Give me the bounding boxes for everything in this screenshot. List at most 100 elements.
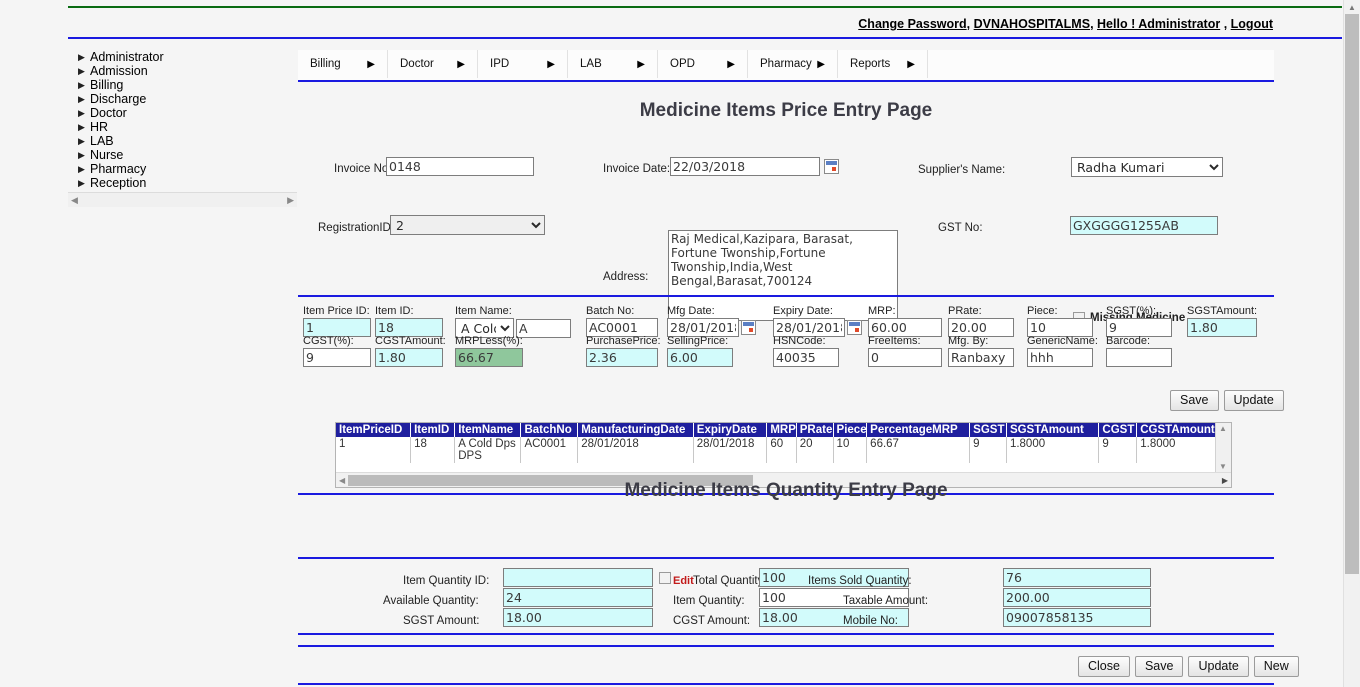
divider-above-quantity-fields [298, 557, 1274, 559]
sidebar-item-hr[interactable]: ▶ HR [68, 120, 297, 134]
quantity-update-button[interactable]: Update [1188, 656, 1249, 677]
calendar-icon[interactable] [741, 320, 756, 336]
calendar-icon[interactable] [824, 159, 839, 175]
mfg-date-label: Mfg Date: [667, 305, 715, 317]
table-row[interactable]: 1 18 A Cold Dps DPS AC0001 28/01/2018 28… [336, 437, 1231, 463]
menu-opd[interactable]: OPD ▶ [658, 50, 748, 78]
sidebar-item-discharge[interactable]: ▶ Discharge [68, 92, 297, 106]
column-header[interactable]: CGST [1098, 423, 1138, 437]
selling-price-label: SellingPrice: [667, 335, 729, 347]
registration-id-label: RegistrationID: [318, 222, 395, 234]
column-header[interactable]: ItemID [410, 423, 456, 437]
edit-checkbox[interactable] [659, 572, 671, 584]
price-update-button[interactable]: Update [1223, 390, 1284, 411]
chevron-right-icon: ▶ [817, 58, 825, 70]
organization-link[interactable]: DVNAHOSPITALMS [974, 17, 1090, 31]
column-header[interactable]: BatchNo [520, 423, 579, 437]
purchase-price-label: PurchasePrice: [586, 335, 661, 347]
greeting-link[interactable]: Hello ! Administrator [1097, 17, 1220, 31]
sidebar-item-admission[interactable]: ▶ Admission [68, 64, 297, 78]
scroll-up-icon[interactable]: ▲ [1348, 3, 1356, 12]
column-header[interactable]: PercentageMRP [866, 423, 971, 437]
column-header[interactable]: SGST [969, 423, 1007, 437]
scroll-right-icon[interactable]: ▶ [284, 195, 297, 206]
mfg-by-input[interactable] [948, 348, 1014, 367]
price-save-button[interactable]: Save [1170, 390, 1219, 411]
column-header[interactable]: ManufacturingDate [577, 423, 694, 437]
item-name-text-input[interactable] [516, 318, 571, 338]
cgst-amount-input[interactable] [375, 348, 443, 367]
sgst-amount-label: SGST Amount: [403, 615, 480, 627]
registration-id-select[interactable]: 2 [390, 215, 545, 235]
sidebar-item-label: Pharmacy [90, 162, 147, 176]
chevron-right-icon: ▶ [367, 58, 375, 70]
sgst-percent-label: SGST(%): [1106, 305, 1157, 317]
table-cell: 10 [833, 437, 868, 463]
quantity-page-title: Medicine Items Quantity Entry Page [624, 480, 948, 501]
menu-lab[interactable]: LAB ▶ [568, 50, 658, 78]
quantity-save-button[interactable]: Save [1134, 656, 1184, 677]
piece-label: Piece: [1027, 305, 1058, 317]
sidebar-item-label: Administrator [90, 50, 164, 64]
sidebar-item-reception[interactable]: ▶ Reception [68, 176, 297, 190]
mrpless-percent-input[interactable] [455, 348, 523, 367]
taxable-amount-input[interactable] [1003, 588, 1151, 607]
selling-price-input[interactable] [667, 348, 733, 367]
sidebar-item-nurse[interactable]: ▶ Nurse [68, 148, 297, 162]
column-header[interactable]: SGSTAmount [1006, 423, 1100, 437]
items-sold-quantity-input[interactable] [1003, 568, 1151, 587]
column-header[interactable]: MRP [766, 423, 797, 437]
hsncode-input[interactable] [773, 348, 839, 367]
genericname-input[interactable] [1027, 348, 1093, 367]
address-label: Address: [603, 271, 649, 283]
grid-vertical-scrollbar[interactable]: ▲ ▼ [1215, 423, 1231, 472]
change-password-link[interactable]: Change Password [858, 17, 966, 31]
available-quantity-input[interactable] [503, 588, 653, 607]
edit-link[interactable]: Edit [673, 575, 694, 587]
close-button[interactable]: Close [1078, 656, 1130, 677]
chevron-right-icon: ▶ [78, 177, 85, 188]
new-button[interactable]: New [1253, 656, 1299, 677]
sidebar-item-billing[interactable]: ▶ Billing [68, 78, 297, 92]
chevron-right-icon: ▶ [78, 107, 85, 118]
menu-doctor[interactable]: Doctor ▶ [388, 50, 478, 78]
sidebar-item-pharmacy[interactable]: ▶ Pharmacy [68, 162, 297, 176]
column-header[interactable]: ItemName [454, 423, 522, 437]
column-header[interactable]: PRate [796, 423, 834, 437]
sidebar-horizontal-scrollbar[interactable]: ◀ ▶ [68, 192, 297, 207]
item-quantity-id-input[interactable] [503, 568, 653, 587]
supplier-name-select[interactable]: Radha Kumari [1071, 157, 1223, 177]
freeitems-input[interactable] [868, 348, 942, 367]
chevron-right-icon: ▶ [727, 58, 735, 70]
scroll-left-icon[interactable]: ◀ [68, 195, 81, 206]
sidebar-item-administrator[interactable]: ▶ Administrator [68, 50, 297, 64]
cgst-percent-input[interactable] [303, 348, 371, 367]
column-header[interactable]: ItemPriceID [336, 423, 412, 437]
links-separator-3: , [1223, 17, 1228, 31]
menu-ipd[interactable]: IPD ▶ [478, 50, 568, 78]
logout-link[interactable]: Logout [1231, 17, 1273, 31]
purchase-price-input[interactable] [586, 348, 658, 367]
total-quantity-label: Total Quantity: [693, 575, 767, 587]
invoice-date-input[interactable] [670, 157, 820, 176]
batch-no-label: Batch No: [586, 305, 635, 317]
chevron-right-icon: ▶ [78, 163, 85, 174]
invoice-no-input[interactable] [386, 157, 534, 176]
menu-billing[interactable]: Billing ▶ [298, 50, 388, 78]
sgst-amount-quantity-input[interactable] [503, 608, 653, 627]
sidebar-item-doctor[interactable]: ▶ Doctor [68, 106, 297, 120]
column-header[interactable]: ExpiryDate [693, 423, 768, 437]
mobile-no-input[interactable] [1003, 608, 1151, 627]
page-vertical-scrollbar[interactable]: ▲ [1343, 0, 1360, 687]
scroll-up-icon[interactable]: ▲ [1219, 424, 1227, 433]
column-header[interactable]: Piece [833, 423, 868, 437]
sidebar-item-lab[interactable]: ▶ LAB [68, 134, 297, 148]
calendar-icon[interactable] [847, 320, 862, 336]
gst-no-input[interactable] [1070, 216, 1218, 235]
barcode-input[interactable] [1106, 348, 1172, 367]
scrollbar-thumb[interactable] [1345, 14, 1359, 574]
menu-pharmacy[interactable]: Pharmacy ▶ [748, 50, 838, 78]
scroll-down-icon[interactable]: ▼ [1219, 462, 1227, 471]
menu-reports[interactable]: Reports ▶ [838, 50, 928, 78]
sgst-amount-input[interactable] [1187, 318, 1257, 337]
